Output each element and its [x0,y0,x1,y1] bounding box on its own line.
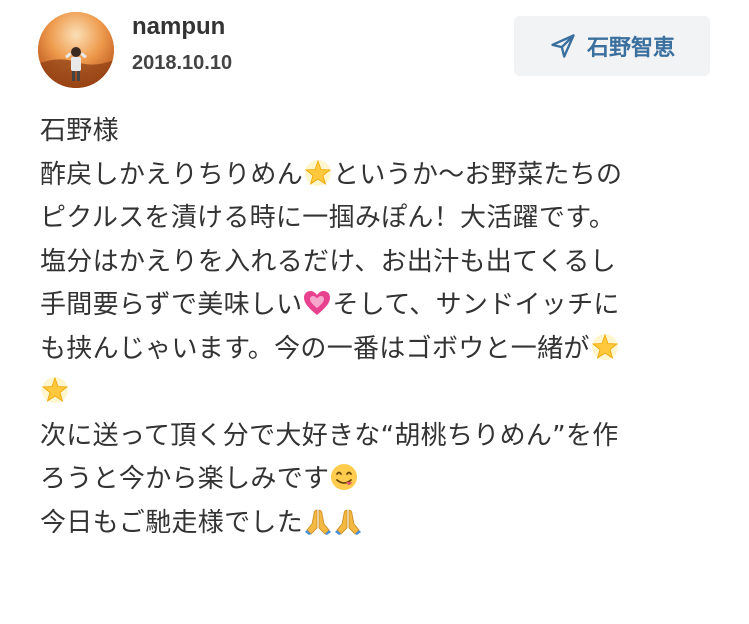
message-text: 次に送って頂く分で大好きな“胡桃ちりめん”を作 [40,420,619,451]
glowing-star-icon [590,332,620,377]
message-text: というか〜お野菜たちの [333,159,623,190]
message-text: 塩分はかえりを入れるだけ、お出汁も出てくるし [40,246,617,277]
message-text: も挟んじゃいます。今の一番はゴボウと一緒が [40,333,590,364]
message-line: ピクルスを漬ける時に一掴みぽん！大活躍です。 [40,197,720,241]
message-line: 今日もご馳走様でした [40,502,720,546]
avatar[interactable] [38,12,114,88]
message-text: 手間要らずで美味しい [40,290,303,320]
message-line: ろうと今から楽しみです [40,458,720,502]
growing-heart-icon [302,288,332,333]
message-line: 酢戻しかえりちりめん というか〜お野菜たちの [40,154,720,198]
avatar-photo-icon [38,12,114,88]
recipient-label: 石野智恵 [586,36,675,61]
folded-hands-icon [303,506,333,551]
glowing-star-icon [303,158,333,203]
post-header: nampun 2018.10.10 石野智恵 [38,12,710,88]
message-text: 石野様 [40,116,119,146]
message-text: そして、サンドイッチに [332,290,620,320]
message-text: ピクルスを漬ける時に一掴みぽん！大活躍です。 [40,203,616,233]
message-line: 次に送って頂く分で大好きな“胡桃ちりめん”を作 [40,415,720,459]
username[interactable]: nampun [132,12,225,42]
message-text: 酢戻しかえりちりめん [40,159,304,190]
message-text: 今日もご馳走様でした [40,507,304,538]
post-date: 2018.10.10 [132,52,233,74]
message-text: ろうと今から楽しみです [40,464,330,494]
message-line: も挟んじゃいます。今の一番はゴボウと一緒が [40,328,720,372]
folded-hands-icon [333,506,363,551]
message-line [40,371,720,415]
paper-plane-icon [549,32,577,60]
message-line: 塩分はかえりを入れるだけ、お出汁も出てくるし [40,241,720,285]
message-body: 石野様 酢戻しかえりちりめん というか〜お野菜たちの ピクルスを漬ける時に一掴みぽ… [40,110,720,545]
message-line: 手間要らずで美味しい そして、サンドイッチに [40,284,720,328]
glowing-star-icon [40,375,70,420]
message-line: 石野様 [40,110,720,154]
recipient-button[interactable]: 石野智恵 [514,16,710,76]
savoring-food-face-icon [329,462,359,507]
